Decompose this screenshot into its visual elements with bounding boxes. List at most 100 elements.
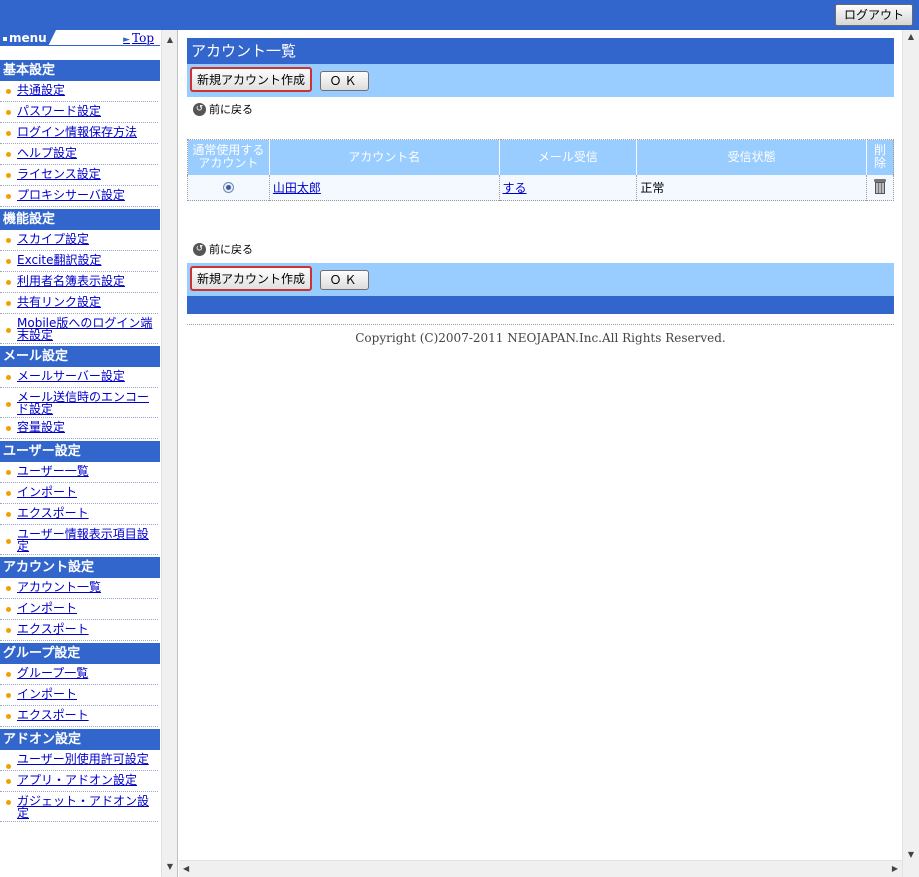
- bullet-icon: [6, 152, 11, 157]
- sidebar-item-link[interactable]: 共通設定: [17, 84, 158, 96]
- sidebar-item-link[interactable]: ユーザー情報表示項目設定: [17, 528, 158, 552]
- bullet-icon: [6, 800, 11, 805]
- bullet-icon: [6, 539, 11, 544]
- sidebar-item: ユーザー情報表示項目設定: [0, 525, 158, 555]
- bullet-icon: [6, 375, 11, 380]
- sidebar-item-link[interactable]: 利用者名簿表示設定: [17, 275, 158, 287]
- top-link[interactable]: ► Top: [123, 31, 154, 45]
- sidebar-item: 共通設定: [0, 81, 158, 102]
- ok-button[interactable]: ＯＫ: [320, 71, 369, 91]
- menu-header: menu ► Top: [0, 30, 160, 60]
- table-row: 山田太郎 する 正常: [187, 174, 894, 201]
- sidebar-item-link[interactable]: ヘルプ設定: [17, 147, 158, 159]
- sidebar-item: メール送信時のエンコード設定: [0, 388, 158, 418]
- scroll-down-icon[interactable]: ▼: [903, 850, 919, 859]
- back-arrow-icon: ↺: [193, 243, 206, 256]
- bullet-icon: [6, 779, 11, 784]
- arrow-icon: ►: [123, 35, 131, 45]
- sidebar-menu: menu ► Top 基本設定共通設定パスワード設定 ログイン情報保存方法 ヘルプ設定…: [0, 30, 160, 877]
- menu-label: menu: [9, 31, 47, 45]
- scroll-up-icon[interactable]: ▲: [903, 32, 919, 41]
- trash-icon[interactable]: [873, 178, 886, 194]
- bullet-icon: [6, 470, 11, 475]
- bullet-icon: [6, 110, 11, 115]
- bullet-icon: [6, 607, 11, 612]
- back-arrow-icon: ↺: [193, 103, 206, 116]
- sidebar-scrollbar[interactable]: ▲ ▼: [161, 30, 177, 877]
- account-name-link[interactable]: 山田太郎: [273, 181, 321, 195]
- sidebar-section-header: メール設定: [0, 346, 160, 367]
- sidebar-section-header: アドオン設定: [0, 729, 160, 750]
- account-name-cell: 山田太郎: [268, 174, 500, 201]
- bullet-icon: [6, 628, 11, 633]
- account-table: 通常使用する アカウント アカウント名 メール受信 受信状態 削除 山田太郎 する…: [187, 139, 894, 201]
- sidebar-item-link[interactable]: インポート: [17, 688, 158, 700]
- copyright-text: Copyright (C)2007-2011 NEOJAPAN.Inc.All …: [355, 331, 726, 345]
- bullet-icon: [6, 402, 11, 407]
- new-account-button-bottom[interactable]: 新規アカウント作成: [190, 266, 313, 291]
- bullet-icon: [6, 89, 11, 94]
- bullet-icon: [6, 259, 11, 264]
- sidebar-item-link[interactable]: Mobile版へのログイン端末設定: [17, 317, 158, 341]
- sidebar-item-link[interactable]: メール送信時のエンコード設定: [17, 391, 158, 415]
- default-account-radio[interactable]: [222, 182, 234, 194]
- sidebar-item: エクスポート: [0, 504, 158, 525]
- sidebar-item: アプリ・アドオン設定: [0, 771, 158, 792]
- sidebar-item-link[interactable]: インポート: [17, 602, 158, 614]
- sidebar-section-header: 機能設定: [0, 209, 160, 230]
- sidebar-item: メールサーバー設定: [0, 367, 158, 388]
- logout-button[interactable]: ログアウト: [834, 4, 913, 26]
- sidebar-item-link[interactable]: アプリ・アドオン設定: [17, 774, 158, 786]
- scroll-left-icon[interactable]: ◀: [183, 864, 189, 873]
- sidebar-item: パスワード設定: [0, 102, 158, 123]
- back-link[interactable]: ↺ 前に戻る: [187, 97, 894, 123]
- sidebar-section-header: 基本設定: [0, 60, 160, 81]
- sidebar-item-link[interactable]: エクスポート: [17, 709, 158, 721]
- main-horizontal-scrollbar[interactable]: ◀ ▶: [179, 860, 902, 877]
- sidebar-item-link[interactable]: 容量設定: [17, 421, 158, 433]
- scroll-right-icon[interactable]: ▶: [892, 864, 898, 873]
- sidebar: menu ► Top 基本設定共通設定パスワード設定 ログイン情報保存方法 ヘルプ設定…: [0, 30, 178, 877]
- sidebar-item: エクスポート: [0, 620, 158, 641]
- sidebar-item-link[interactable]: 共有リンク設定: [17, 296, 158, 308]
- bullet-icon: [6, 173, 11, 178]
- bullet-icon: [6, 693, 11, 698]
- sidebar-item-link[interactable]: ユーザー一覧: [17, 465, 158, 477]
- sidebar-item: ライセンス設定: [0, 165, 158, 186]
- scroll-up-icon[interactable]: ▲: [162, 32, 177, 48]
- sidebar-item: 利用者名簿表示設定: [0, 272, 158, 293]
- sidebar-item-link[interactable]: エクスポート: [17, 507, 158, 519]
- receive-status-cell: 正常: [636, 174, 867, 201]
- bottom-bar: [187, 296, 894, 314]
- bullet-icon: [6, 512, 11, 517]
- col-header-account-name: アカウント名: [268, 139, 500, 175]
- sidebar-item-link[interactable]: ログイン情報保存方法: [17, 126, 158, 138]
- sidebar-item-link[interactable]: ユーザー別使用許可設定: [17, 753, 158, 765]
- sidebar-item: プロキシサーバ設定: [0, 186, 158, 207]
- ok-button-bottom[interactable]: ＯＫ: [320, 270, 369, 290]
- sidebar-item-link[interactable]: アカウント一覧: [17, 581, 158, 593]
- sidebar-item-link[interactable]: インポート: [17, 486, 158, 498]
- back-link-bottom[interactable]: ↺ 前に戻る: [187, 237, 894, 263]
- sidebar-item: エクスポート: [0, 706, 158, 727]
- sidebar-item-link[interactable]: パスワード設定: [17, 105, 158, 117]
- menu-tab: menu: [0, 30, 56, 46]
- main-vertical-scrollbar[interactable]: ▲ ▼: [902, 30, 919, 877]
- sidebar-item-link[interactable]: エクスポート: [17, 623, 158, 635]
- sidebar-item: インポート: [0, 483, 158, 504]
- sidebar-item: スカイプ設定: [0, 230, 158, 251]
- sidebar-item-link[interactable]: ライセンス設定: [17, 168, 158, 180]
- new-account-button[interactable]: 新規アカウント作成: [190, 67, 313, 92]
- col-header-receive-status: 受信状態: [636, 139, 867, 175]
- menu-divider: [0, 45, 160, 46]
- sidebar-item-link[interactable]: メールサーバー設定: [17, 370, 158, 382]
- mail-receive-link[interactable]: する: [503, 181, 527, 195]
- sidebar-item: 共有リンク設定: [0, 293, 158, 314]
- sidebar-item-link[interactable]: Excite翻訳設定: [17, 254, 158, 266]
- scroll-down-icon[interactable]: ▼: [162, 859, 177, 875]
- sidebar-item-link[interactable]: スカイプ設定: [17, 233, 158, 245]
- sidebar-item-link[interactable]: グループ一覧: [17, 667, 158, 679]
- sidebar-item-link[interactable]: プロキシサーバ設定: [17, 189, 158, 201]
- sidebar-item: ガジェット・アドオン設定: [0, 792, 158, 822]
- sidebar-item-link[interactable]: ガジェット・アドオン設定: [17, 795, 158, 819]
